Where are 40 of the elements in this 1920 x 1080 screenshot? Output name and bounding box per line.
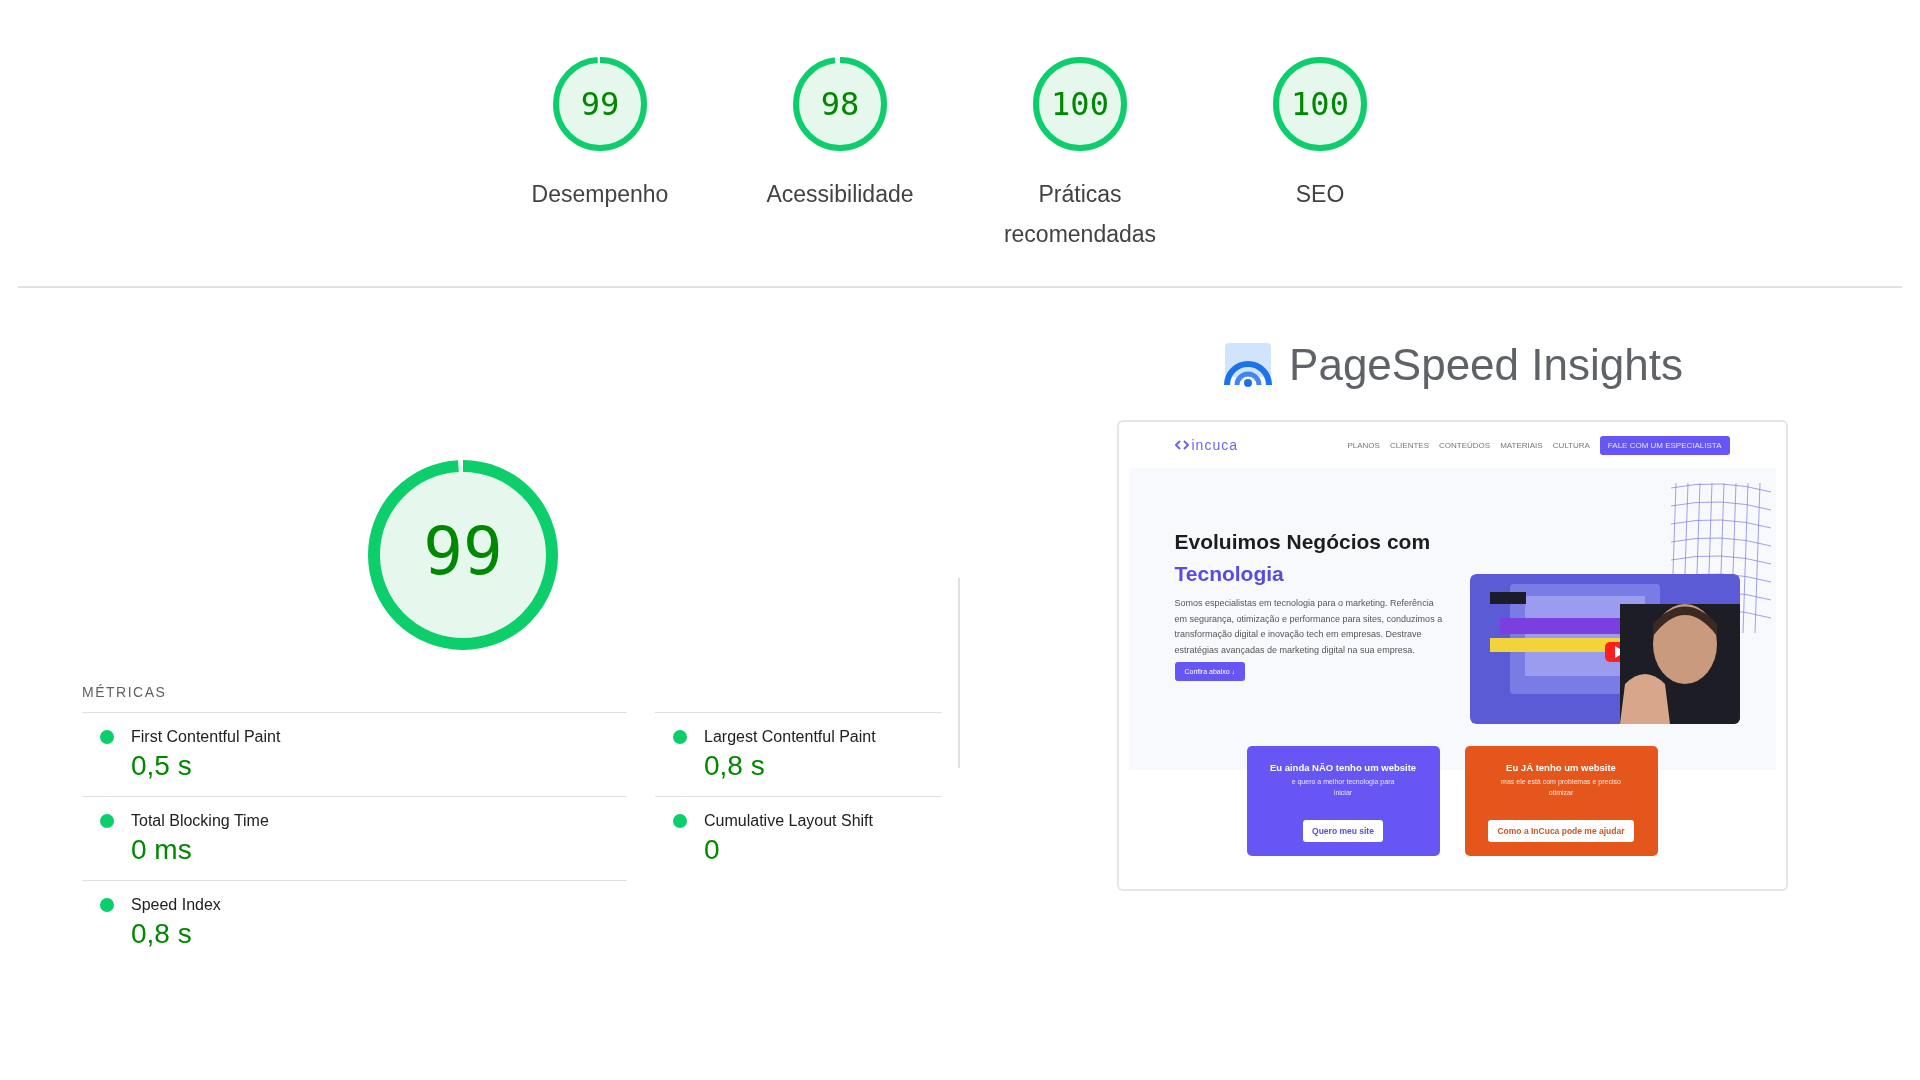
contact-button[interactable]: FALE COM UM ESPECIALISTA bbox=[1599, 435, 1730, 455]
status-dot bbox=[100, 730, 114, 744]
category-label[interactable]: Desempenho bbox=[510, 174, 690, 214]
nav-link[interactable]: CULTURA bbox=[1552, 440, 1590, 450]
metric-value: 0,8 s bbox=[131, 918, 193, 950]
brand-name: PageSpeed Insights bbox=[1289, 340, 1683, 390]
code-icon bbox=[1174, 440, 1189, 450]
card-title: Eu ainda NÃO tenho um website bbox=[1269, 762, 1417, 773]
nav-link[interactable]: MATERIAIS bbox=[1500, 440, 1543, 450]
category-label[interactable]: Práticas recomendadas bbox=[990, 174, 1170, 254]
category-label[interactable]: SEO bbox=[1230, 174, 1410, 214]
nav-link[interactable]: PLANOS bbox=[1347, 440, 1380, 450]
status-dot bbox=[100, 898, 114, 912]
metric-value: 0 ms bbox=[131, 834, 193, 866]
status-dot bbox=[673, 814, 687, 828]
score-value: 99 bbox=[422, 513, 504, 590]
metric-name: Speed Index bbox=[131, 896, 221, 914]
metric-name: Cumulative Layout Shift bbox=[704, 812, 873, 830]
metric-name: First Contentful Paint bbox=[131, 728, 281, 746]
intro-paragraph: Somos especialistas em tecnologia para o marketing. Referência em segurança, otimização e performance para sites, conduzimos a transformação digital e inovação tech em empresas. Destrave estratégias avançadas de marketing digital na sua empresa. bbox=[1174, 597, 1444, 657]
score-value: 99 bbox=[580, 85, 620, 123]
status-dot bbox=[100, 814, 114, 828]
status-dot bbox=[673, 730, 687, 744]
nav-link[interactable]: CLIENTES bbox=[1389, 440, 1429, 450]
category-label[interactable]: Acessibilidade bbox=[750, 174, 930, 214]
score-value: 100 bbox=[1051, 85, 1109, 123]
card-title: Eu JÁ tenho um website bbox=[1506, 762, 1616, 773]
nav-link[interactable]: CONTEÚDOS bbox=[1439, 440, 1491, 450]
metric-value: 0,8 s bbox=[704, 750, 766, 782]
metric-value: 0,5 s bbox=[131, 750, 193, 782]
metric-name: Total Blocking Time bbox=[131, 812, 269, 830]
site-logo: incuca bbox=[1191, 437, 1238, 453]
site-headline: Evoluimos Negócios com Tecnologia bbox=[1174, 529, 1432, 587]
score-value: 100 bbox=[1291, 85, 1349, 123]
card-button[interactable]: Como a InCuca pode me ajudar bbox=[1488, 820, 1634, 842]
metric-value: 0 bbox=[704, 834, 721, 866]
metric-name: Largest Contentful Paint bbox=[704, 728, 876, 746]
card-button[interactable]: Quero meu site bbox=[1303, 820, 1383, 842]
section-heading: MÉTRICAS bbox=[82, 684, 168, 700]
score-value: 98 bbox=[820, 85, 860, 123]
